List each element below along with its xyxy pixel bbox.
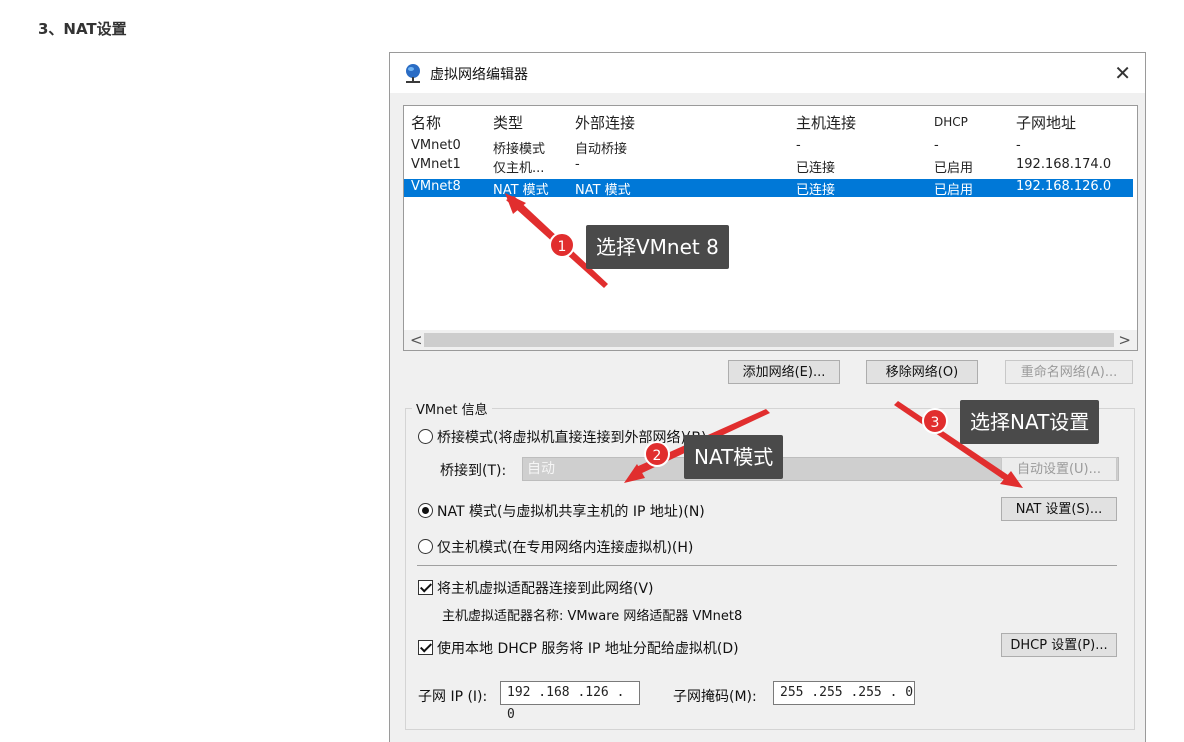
column-header-external[interactable]: 外部连接 <box>575 112 635 133</box>
add-network-button[interactable]: 添加网络(E)... <box>728 360 840 384</box>
column-header-subnet[interactable]: 子网地址 <box>1016 112 1076 133</box>
subnet-mask-label: 子网掩码(M): <box>673 689 757 705</box>
use-dhcp-option[interactable]: 使用本地 DHCP 服务将 IP 地址分配给虚拟机(D) <box>418 638 739 658</box>
cell-host: 已连接 <box>796 183 836 198</box>
cell-type: 桥接模式 <box>493 142 546 157</box>
step-tip-1: 选择VMnet 8 <box>586 225 729 269</box>
remove-network-button[interactable]: 移除网络(O) <box>866 360 978 384</box>
cell-subnet: 192.168.126.0 <box>1016 179 1112 194</box>
cell-name: VMnet1 <box>411 157 461 172</box>
host-only-radio[interactable] <box>418 539 433 554</box>
cell-dhcp: 已启用 <box>934 161 974 176</box>
table-row[interactable]: VMnet0 桥接模式 自动桥接 - - - <box>404 138 1133 157</box>
use-dhcp-checkbox[interactable] <box>418 640 433 655</box>
column-header-dhcp[interactable]: DHCP <box>934 115 968 129</box>
connect-adapter-checkbox[interactable] <box>418 580 433 595</box>
list-header: 名称 类型 外部连接 主机连接 DHCP 子网地址 <box>404 112 1133 134</box>
connect-adapter-label: 将主机虚拟适配器连接到此网络(V) <box>437 581 654 597</box>
network-list[interactable]: 名称 类型 外部连接 主机连接 DHCP 子网地址 VMnet0 桥接模式 自动… <box>403 105 1138 351</box>
cell-dhcp: - <box>934 138 939 153</box>
close-button[interactable]: ✕ <box>1114 61 1131 85</box>
cell-host: - <box>796 138 801 153</box>
title-bar: 虚拟网络编辑器 ✕ <box>390 53 1145 93</box>
cell-external: - <box>575 157 580 172</box>
adapter-name-text: 主机虚拟适配器名称: VMware 网络适配器 VMnet8 <box>442 609 743 624</box>
step-tip-2: NAT模式 <box>684 435 784 479</box>
scroll-right-icon[interactable]: > <box>1118 330 1131 350</box>
virtual-network-editor-dialog: 虚拟网络编辑器 ✕ 名称 类型 外部连接 主机连接 DHCP 子网地址 VMne… <box>389 52 1146 742</box>
host-only-label: 仅主机模式(在专用网络内连接虚拟机)(H) <box>437 540 694 556</box>
column-header-name[interactable]: 名称 <box>411 112 441 133</box>
nat-mode-option[interactable]: NAT 模式(与虚拟机共享主机的 IP 地址)(N) <box>418 501 705 521</box>
dialog-title: 虚拟网络编辑器 <box>430 67 528 83</box>
step-badge-2: 2 <box>644 441 670 467</box>
subnet-ip-label: 子网 IP (I): <box>418 689 488 705</box>
cell-name: VMnet8 <box>411 179 461 194</box>
dhcp-settings-button[interactable]: DHCP 设置(P)... <box>1001 633 1117 657</box>
cell-name: VMnet0 <box>411 138 461 153</box>
bridged-mode-label: 桥接模式(将虚拟机直接连接到外部网络)(B) <box>437 430 707 446</box>
scrollbar-thumb[interactable] <box>424 333 1114 347</box>
bridged-radio[interactable] <box>418 429 433 444</box>
use-dhcp-label: 使用本地 DHCP 服务将 IP 地址分配给虚拟机(D) <box>437 641 739 657</box>
cell-subnet: - <box>1016 138 1021 153</box>
cell-dhcp: 已启用 <box>934 183 974 198</box>
auto-settings-button[interactable]: 自动设置(U)... <box>1001 457 1117 481</box>
cell-type: NAT 模式 <box>493 183 549 198</box>
nat-settings-button[interactable]: NAT 设置(S)... <box>1001 497 1117 521</box>
cell-external: 自动桥接 <box>575 142 628 157</box>
connect-adapter-option[interactable]: 将主机虚拟适配器连接到此网络(V) <box>418 578 654 598</box>
table-row[interactable]: VMnet1 仅主机... - 已连接 已启用 192.168.174.0 <box>404 157 1133 176</box>
cell-external: NAT 模式 <box>575 183 631 198</box>
vmnet-info-label: VMnet 信息 <box>412 399 492 418</box>
network-globe-icon <box>406 64 420 83</box>
scroll-left-icon[interactable]: < <box>410 330 423 350</box>
nat-radio[interactable] <box>418 503 433 518</box>
subnet-ip-input[interactable]: 192 .168 .126 . 0 <box>500 681 640 722</box>
section-heading: 3、NAT设置 <box>38 20 127 38</box>
step-tip-3: 选择NAT设置 <box>960 400 1100 444</box>
cell-host: 已连接 <box>796 161 836 176</box>
cell-type: 仅主机... <box>493 161 545 176</box>
cell-subnet: 192.168.174.0 <box>1016 157 1112 172</box>
nat-mode-label: NAT 模式(与虚拟机共享主机的 IP 地址)(N) <box>437 504 705 520</box>
bridged-to-label: 桥接到(T): <box>440 463 507 479</box>
subnet-mask-input[interactable]: 255 .255 .255 . 0 <box>773 681 915 705</box>
host-only-option[interactable]: 仅主机模式(在专用网络内连接虚拟机)(H) <box>418 537 693 557</box>
step-badge-3: 3 <box>922 408 948 434</box>
rename-network-button[interactable]: 重命名网络(A)... <box>1005 360 1133 384</box>
column-header-type[interactable]: 类型 <box>493 112 523 133</box>
horizontal-scrollbar[interactable]: < > <box>404 330 1137 350</box>
table-row-selected[interactable]: VMnet8 NAT 模式 NAT 模式 已连接 已启用 192.168.126… <box>404 179 1133 198</box>
step-badge-1: 1 <box>549 232 575 258</box>
divider <box>417 565 1117 566</box>
column-header-host[interactable]: 主机连接 <box>796 112 856 133</box>
